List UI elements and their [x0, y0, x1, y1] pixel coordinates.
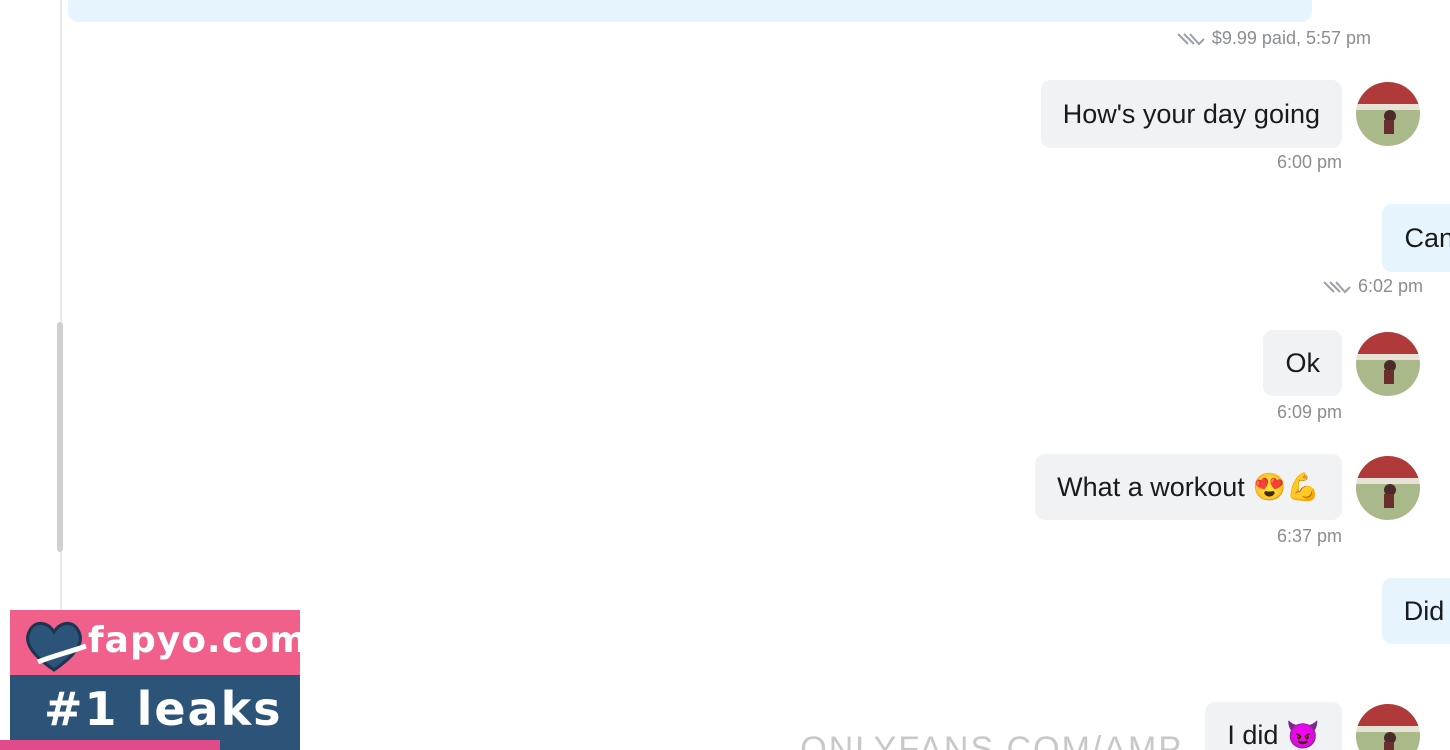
message-time: 6:00 pm: [1276, 152, 1342, 172]
chat-bubble-incoming[interactable]: How's your day going: [1040, 80, 1342, 148]
chat-bubble-incoming[interactable]: What a workout 😍💪: [1035, 454, 1342, 520]
watermark-domain: fapyo.com: [88, 620, 309, 661]
heart-logo-icon: [26, 622, 87, 672]
chat-bubble-outgoing[interactable]: Did you enjoy it😏?: [1382, 578, 1450, 644]
message-meta: $9.99 paid, 5:57 pm: [1172, 28, 1371, 49]
heart-eyes-flexed-biceps-emoji-icon: 😍💪: [1252, 472, 1320, 502]
chat-bubble-incoming[interactable]: Ok: [1263, 330, 1342, 396]
background-watermark-text: ONLYFANS.COM/AMP...: [800, 730, 1213, 750]
double-check-icon: [1177, 32, 1205, 45]
message-text: Ok: [1285, 347, 1320, 378]
smiling-devil-emoji-icon: 😈: [1286, 720, 1320, 750]
message-text: How's your day going: [1062, 98, 1320, 129]
message-meta: 6:02 pm: [1318, 276, 1423, 297]
message-text: Can't wait for you to see this new video…: [1404, 222, 1450, 253]
chat-bubble-incoming[interactable]: I did 😈: [1205, 702, 1342, 750]
chat-bubble-outgoing[interactable]: Can't wait for you to see this new video…: [1382, 204, 1450, 272]
watermark-tagline: #1 leaks: [44, 682, 283, 736]
message-time: 6:09 pm: [1276, 402, 1342, 422]
watermark-banner: fapyo.com #1 leaks: [10, 610, 307, 750]
message-time: 6:37 pm: [1276, 526, 1342, 546]
watermark-top: fapyo.com: [10, 610, 307, 675]
avatar[interactable]: [1356, 82, 1420, 146]
avatar[interactable]: [1356, 332, 1420, 396]
message-time: 6:02 pm: [1358, 276, 1424, 296]
message-time: $9.99 paid, 5:57 pm: [1212, 28, 1372, 48]
avatar[interactable]: [1356, 456, 1420, 520]
scrollbar[interactable]: [57, 322, 63, 552]
message-text: Did you enjoy it😏?: [1404, 595, 1450, 626]
double-check-icon: [1323, 280, 1351, 293]
chat-bubble-outgoing[interactable]: [68, 0, 1312, 22]
avatar[interactable]: [1356, 704, 1420, 750]
message-text: I did 😈: [1227, 719, 1320, 750]
message-text: What a workout 😍💪: [1057, 471, 1320, 503]
pink-strip: [0, 740, 220, 750]
